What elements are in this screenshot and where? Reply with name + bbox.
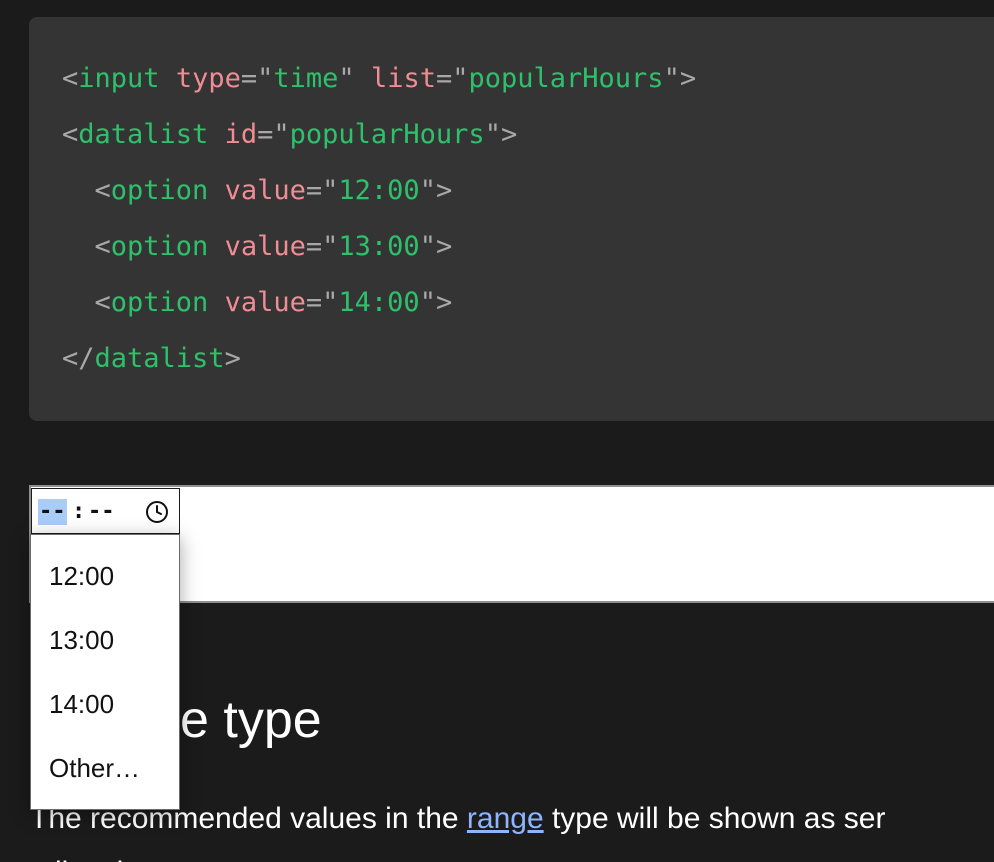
time-hours-segment[interactable]: --	[38, 499, 67, 525]
code-equals: =	[305, 175, 323, 206]
code-attr-name: value	[224, 287, 306, 318]
code-tag-name: option	[110, 175, 209, 206]
time-separator: :	[72, 499, 86, 524]
code-quote: "	[322, 287, 339, 318]
paragraph-line-2: mil n sl t	[30, 846, 140, 862]
code-quote: "	[322, 175, 339, 206]
code-tag-name: option	[110, 287, 209, 318]
dropdown-option-1400[interactable]: 14:00	[49, 689, 114, 719]
code-tag-name: datalist	[78, 119, 209, 150]
code-line: <input type="time" list="popularHours">	[62, 61, 696, 97]
code-bracket: <	[94, 231, 111, 262]
code-line: <option value="12:00">	[62, 173, 453, 209]
range-link[interactable]: range	[467, 802, 544, 835]
datalist-dropdown: 12:00 13:00 14:00 Other…	[30, 534, 180, 810]
code-attr-value: time	[273, 63, 339, 94]
code-equals: =	[257, 119, 274, 150]
code-bracket: >	[435, 175, 453, 206]
code-equals: =	[240, 63, 258, 94]
section-heading-text: e type	[180, 691, 322, 749]
dropdown-option-other[interactable]: Other…	[49, 753, 140, 783]
code-line: <datalist id="popularHours">	[62, 117, 517, 153]
code-quote: "	[322, 231, 339, 262]
code-attr-name: type	[175, 63, 241, 94]
code-equals: =	[435, 63, 453, 94]
code-line: </datalist>	[62, 341, 241, 377]
code-quote: "	[273, 119, 290, 150]
code-equals: =	[305, 287, 323, 318]
code-bracket: >	[435, 287, 453, 318]
paragraph-text-after: type will be shown as ser	[543, 802, 886, 835]
code-line: <option value="13:00">	[62, 229, 453, 265]
code-attr-name: value	[224, 175, 306, 206]
code-tag-name: input	[78, 63, 160, 94]
code-bracket: >	[679, 63, 697, 94]
time-minutes-segment[interactable]: --	[88, 499, 115, 525]
code-quote: "	[419, 175, 436, 206]
code-line: <option value="14:00">	[62, 285, 453, 321]
code-bracket: <	[94, 175, 111, 206]
code-equals: =	[305, 231, 323, 262]
code-quote: "	[257, 63, 274, 94]
code-attr-name: value	[224, 231, 306, 262]
dropdown-option-1200[interactable]: 12:00	[49, 561, 114, 591]
code-attr-name: list	[370, 63, 436, 94]
code-quote: "	[419, 287, 436, 318]
code-bracket: >	[500, 119, 518, 150]
code-attr-name: id	[224, 119, 258, 150]
code-bracket: <	[62, 63, 79, 94]
code-attr-value: 13:00	[338, 231, 420, 262]
code-quote: "	[338, 63, 355, 94]
code-attr-value: popularHours	[468, 63, 664, 94]
clock-icon[interactable]	[145, 500, 169, 524]
dropdown-option-1300[interactable]: 13:00	[49, 625, 114, 655]
code-attr-value: 14:00	[338, 287, 420, 318]
code-bracket: <	[62, 119, 79, 150]
code-quote: "	[484, 119, 501, 150]
code-bracket: >	[224, 343, 241, 374]
code-quote: "	[452, 63, 469, 94]
page: <input type="time" list="popularHours"> <…	[0, 0, 994, 862]
code-attr-value: 12:00	[338, 175, 420, 206]
time-input[interactable]: -- : --	[31, 488, 180, 534]
code-quote: "	[663, 63, 680, 94]
code-bracket: >	[435, 231, 453, 262]
code-quote: "	[419, 231, 436, 262]
code-bracket: <	[94, 287, 111, 318]
code-attr-value: popularHours	[289, 119, 485, 150]
code-tag-name: datalist	[94, 343, 225, 374]
code-tag-name: option	[110, 231, 209, 262]
code-bracket: </	[62, 343, 95, 374]
